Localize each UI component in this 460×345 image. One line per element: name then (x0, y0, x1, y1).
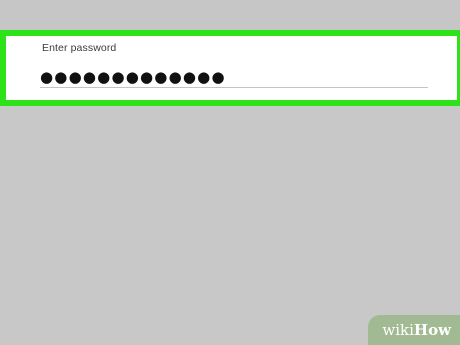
wikihow-brand-suffix: How (413, 321, 451, 339)
lower-background (0, 106, 460, 345)
wikihow-brand-prefix: wiki (382, 321, 414, 339)
wikihow-logo: wikiHow (368, 315, 460, 345)
password-input[interactable] (40, 66, 428, 88)
wikihow-wordmark: wikiHow (382, 321, 451, 339)
top-background (0, 0, 460, 34)
password-field-label: Enter password (42, 42, 117, 54)
